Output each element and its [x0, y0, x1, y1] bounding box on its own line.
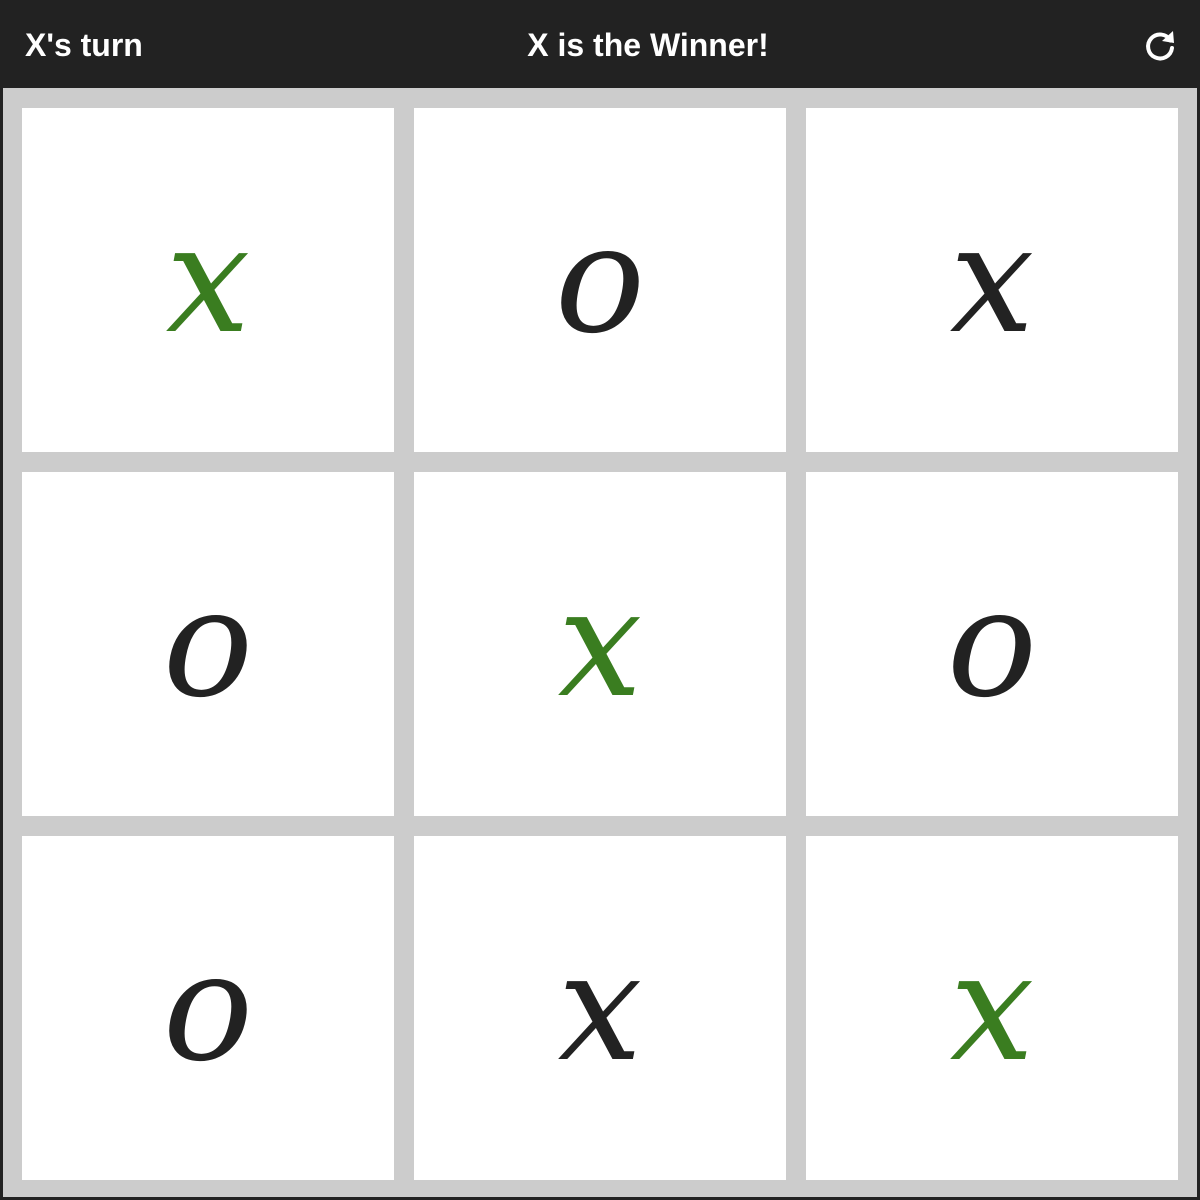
- board-cell[interactable]: x: [806, 836, 1178, 1180]
- board-cell[interactable]: o: [22, 836, 394, 1180]
- game-frame: X's turn X is the Winner! x o x o x o o …: [0, 0, 1200, 1200]
- cell-mark: o: [162, 557, 254, 731]
- board-cell[interactable]: x: [414, 472, 786, 816]
- game-board: x o x o x o o x x: [3, 88, 1197, 1197]
- cell-mark: x: [557, 921, 643, 1095]
- board-cell[interactable]: o: [806, 472, 1178, 816]
- board-cell[interactable]: o: [414, 108, 786, 452]
- board-cell[interactable]: x: [806, 108, 1178, 452]
- game-header: X's turn X is the Winner!: [3, 3, 1197, 88]
- board-cell[interactable]: x: [414, 836, 786, 1180]
- cell-mark: o: [554, 193, 646, 367]
- reset-button[interactable]: [1141, 27, 1179, 65]
- cell-mark: o: [946, 557, 1038, 731]
- cell-mark: x: [165, 193, 251, 367]
- board-cell[interactable]: o: [22, 472, 394, 816]
- cell-mark: x: [949, 193, 1035, 367]
- cell-mark: x: [557, 557, 643, 731]
- board-cell[interactable]: x: [22, 108, 394, 452]
- refresh-icon: [1146, 31, 1174, 61]
- cell-mark: x: [949, 921, 1035, 1095]
- game-status: X is the Winner!: [527, 27, 769, 63]
- cell-mark: o: [162, 921, 254, 1095]
